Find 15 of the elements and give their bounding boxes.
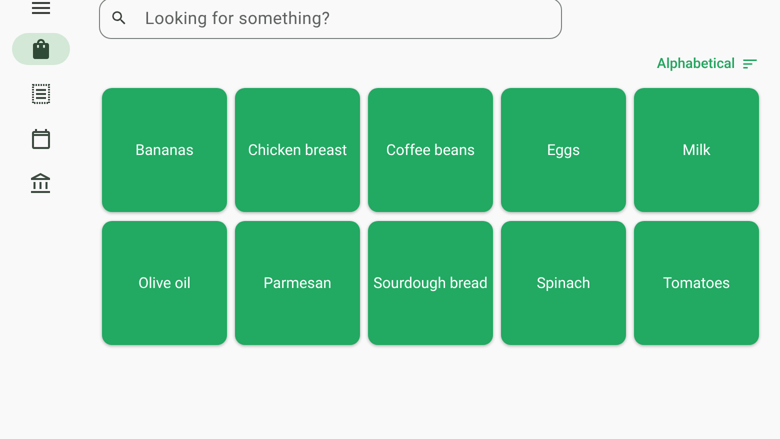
nav-item[interactable] — [12, 33, 70, 65]
item-tile[interactable]: Eggs — [501, 88, 626, 212]
item-tile[interactable]: Olive oil — [102, 221, 227, 345]
item-tile[interactable]: Chicken breast — [235, 88, 360, 212]
item-tile[interactable]: Parmesan — [235, 221, 360, 345]
bank-icon — [28, 172, 52, 196]
item-tile[interactable]: Sourdough bread — [368, 221, 493, 345]
sort-button[interactable]: Alphabetical — [656, 55, 759, 73]
item-tile[interactable]: Tomatoes — [634, 221, 759, 345]
item-tile[interactable]: Coffee beans — [368, 88, 493, 212]
item-tile[interactable]: Bananas — [102, 88, 227, 212]
search-icon — [110, 9, 128, 27]
search-field[interactable]: Looking for something? — [99, 0, 562, 39]
item-tile[interactable]: Spinach — [501, 221, 626, 345]
item-tile[interactable]: Milk — [634, 88, 759, 212]
